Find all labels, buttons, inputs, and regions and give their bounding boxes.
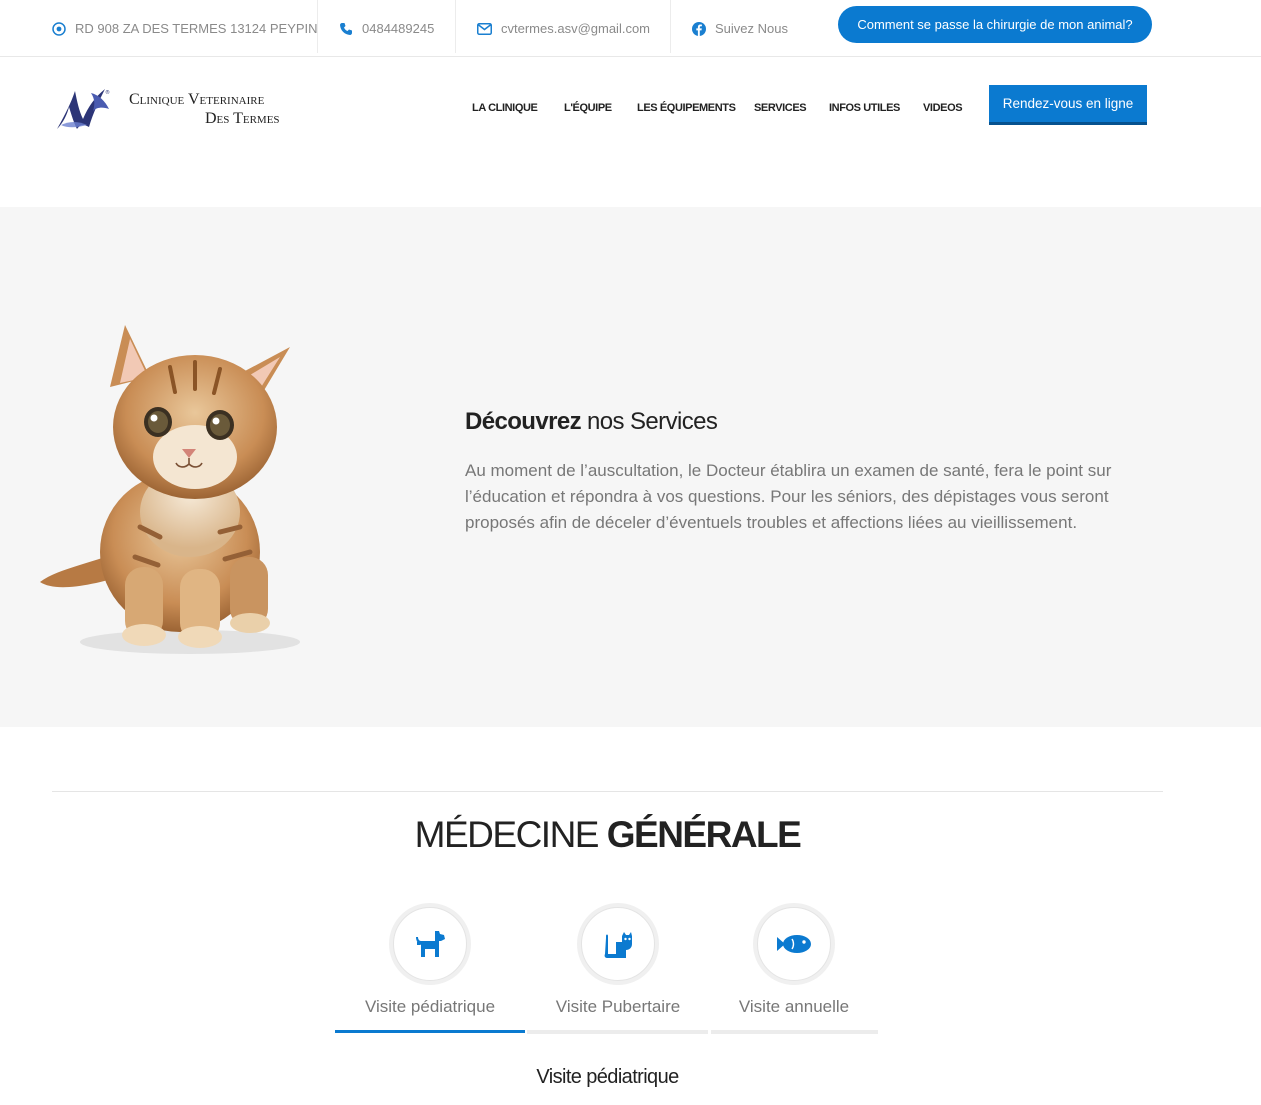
tab-underline: [711, 1030, 878, 1034]
topbar-divider: [317, 0, 318, 53]
tab-icon-wrapper: [753, 903, 835, 985]
address-info: RD 908 ZA DES TERMES 13124 PEYPIN: [52, 0, 318, 57]
tab-panel-title: Visite pédiatrique: [536, 1066, 679, 1088]
section-title-light: MÉDECINE: [414, 814, 607, 855]
tab-label: Visite pédiatrique: [364, 997, 496, 1016]
phone-icon: [339, 22, 353, 36]
tab-icon-wrapper: [389, 903, 471, 985]
address-text: RD 908 ZA DES TERMES 13124 PEYPIN: [75, 21, 318, 36]
social-link[interactable]: Suivez Nous: [692, 0, 788, 57]
tab-visite-pediatrique[interactable]: Visite pédiatrique: [352, 903, 508, 1017]
tab-underline: [527, 1030, 708, 1034]
tab-icon-circle: [581, 907, 655, 981]
tab-icon-circle: [393, 907, 467, 981]
kitten-image: [40, 325, 300, 654]
nav-item-infos-utiles[interactable]: INFOS UTILES: [829, 102, 900, 114]
email-text[interactable]: cvtermes.asv@gmail.com: [501, 21, 650, 36]
svg-text:®: ®: [105, 89, 110, 96]
dog-icon: [416, 931, 445, 957]
nav-item-equipements[interactable]: LES ÉQUIPEMENTS: [637, 102, 736, 114]
services-hero: Découvrez nos Services Au moment de l’au…: [0, 207, 1261, 727]
clinic-name-line2: Des Termes: [205, 110, 280, 127]
hero-title-rest: nos Services: [580, 408, 718, 435]
clinic-name: Clinique Veterinaire Des Termes: [129, 90, 280, 128]
clinic-name-line1: Clinique Veterinaire: [129, 91, 265, 108]
email-info[interactable]: cvtermes.asv@gmail.com: [477, 0, 650, 57]
hero-title-bold: Découvrez: [465, 408, 582, 435]
tab-icon-wrapper: [577, 903, 659, 985]
cat-icon: [604, 932, 632, 958]
topbar-divider: [670, 0, 671, 53]
fish-icon: [777, 935, 811, 953]
hero-description: Au moment de l’auscultation, le Docteur …: [465, 461, 1112, 532]
section-title: MÉDECINE GÉNÉRALE: [0, 814, 1215, 856]
hero-title: Découvrez nos Services: [465, 408, 718, 436]
location-pin-icon: [52, 21, 66, 36]
top-bar: RD 908 ZA DES TERMES 13124 PEYPIN 048448…: [0, 0, 1261, 57]
tab-visite-pubertaire[interactable]: Visite Pubertaire: [540, 903, 696, 1017]
phone-text[interactable]: 0484489245: [362, 21, 434, 36]
clinic-logo[interactable]: ® Clinique Veterinaire Des Termes: [55, 84, 295, 134]
tab-underline-active: [335, 1030, 525, 1033]
nav-item-equipe[interactable]: L'ÉQUIPE: [564, 102, 612, 114]
envelope-icon: [477, 22, 492, 35]
phone-info[interactable]: 0484489245: [339, 0, 434, 57]
nav-item-videos[interactable]: VIDEOS: [923, 102, 963, 114]
clinic-logo-icon: ®: [57, 89, 110, 129]
section-title-bold: GÉNÉRALE: [606, 814, 802, 855]
facebook-icon: [692, 21, 706, 36]
tab-label: Visite Pubertaire: [555, 997, 681, 1016]
nav-item-clinique[interactable]: LA CLINIQUE: [472, 102, 538, 114]
section-divider: [52, 791, 1163, 792]
nav-item-services[interactable]: SERVICES: [754, 102, 807, 114]
surgery-info-button[interactable]: Comment se passe la chirurgie de mon ani…: [838, 6, 1152, 43]
tab-icon-circle: [757, 907, 831, 981]
topbar-divider: [455, 0, 456, 53]
social-text[interactable]: Suivez Nous: [715, 21, 788, 36]
tab-visite-annuelle[interactable]: Visite annuelle: [716, 903, 872, 1017]
online-appointment-button[interactable]: Rendez-vous en ligne: [989, 85, 1147, 125]
tab-label: Visite annuelle: [738, 997, 850, 1016]
